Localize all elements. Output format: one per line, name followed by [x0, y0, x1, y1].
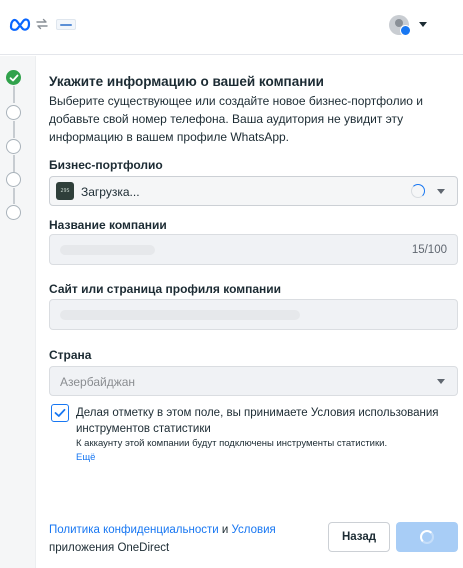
country-select[interactable]: Азербайджан: [49, 366, 458, 396]
step-pending-icon: [6, 172, 21, 187]
top-bar: [0, 0, 463, 55]
back-button[interactable]: Назад: [328, 522, 390, 552]
portfolio-label: Бизнес-портфолио: [49, 158, 163, 172]
privacy-policy-link[interactable]: Политика конфиденциальности: [49, 524, 219, 536]
company-name-label: Название компании: [49, 218, 167, 232]
website-label: Сайт или страница профиля компании: [49, 282, 282, 296]
terms-link[interactable]: Условия: [231, 524, 275, 536]
website-input[interactable]: [49, 299, 458, 330]
facebook-badge-icon: [400, 25, 411, 36]
step-pending-icon: [6, 139, 21, 154]
more-link[interactable]: Ещё: [76, 452, 95, 463]
loading-spinner-icon: [420, 530, 434, 544]
chevron-down-icon: [437, 189, 445, 194]
portfolio-thumbnail: 29S: [56, 182, 74, 200]
account-menu-button[interactable]: [389, 15, 429, 37]
step-connector: [13, 121, 15, 138]
progress-stepper: [0, 56, 36, 568]
meta-logo: [9, 18, 31, 31]
chevron-down-icon: [419, 22, 427, 27]
step-completed-icon: [6, 70, 21, 85]
footer-and: и: [218, 524, 232, 536]
redacted-value: [60, 245, 155, 255]
next-button[interactable]: [396, 522, 458, 552]
app-logo: [56, 19, 76, 30]
step-connector: [13, 188, 15, 204]
redacted-value: [60, 310, 300, 320]
country-label: Страна: [49, 348, 92, 362]
country-value: Азербайджан: [60, 375, 136, 389]
loading-spinner-icon: [411, 184, 425, 198]
terms-suffix: приложения OneDirect: [49, 542, 170, 554]
chevron-down-icon: [437, 379, 445, 384]
business-portfolio-select[interactable]: 29S Загрузка...: [49, 176, 458, 206]
page-title: Укажите информацию о вашей компании: [49, 74, 324, 89]
step-connector: [13, 155, 15, 172]
step-connector: [13, 86, 15, 103]
consent-checkbox[interactable]: [51, 404, 69, 422]
footer-legal-text: Политика конфиденциальности и Условия пр…: [49, 521, 319, 557]
consent-note: К аккаунту этой компании будут подключен…: [76, 438, 388, 449]
step-pending-icon: [6, 105, 21, 120]
char-counter: 15/100: [411, 244, 447, 256]
portfolio-value: Загрузка...: [81, 185, 140, 199]
consent-text: Делая отметку в этом поле, вы принимаете…: [76, 407, 439, 435]
page-description: Выберите существующее или создайте новое…: [49, 94, 424, 144]
swap-icon: [36, 18, 48, 30]
step-pending-icon: [6, 205, 21, 220]
company-name-input[interactable]: 15/100: [49, 234, 458, 265]
